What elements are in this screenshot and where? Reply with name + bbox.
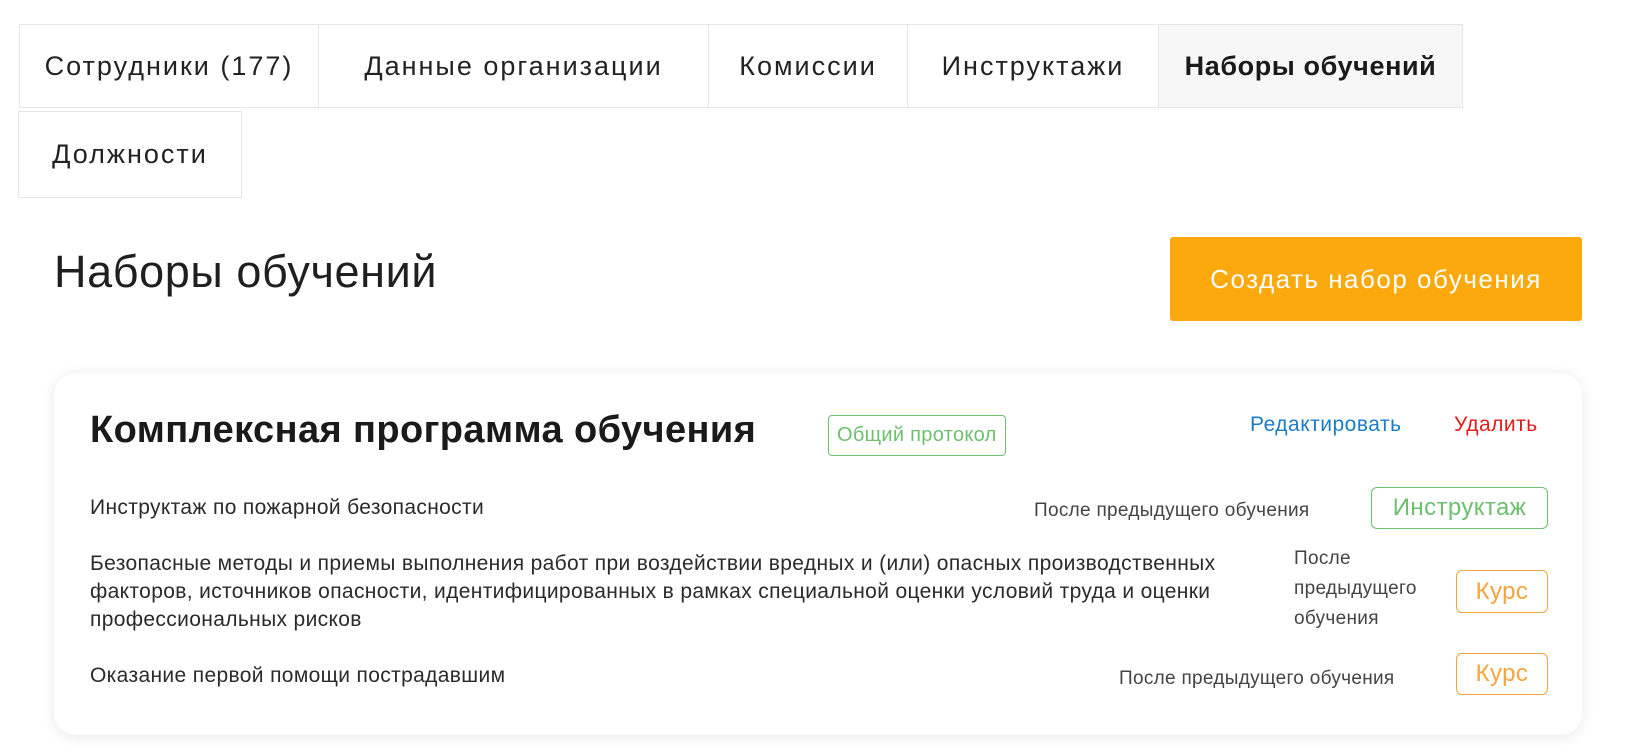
tab-positions[interactable]: Должности (18, 111, 242, 198)
tab-briefings[interactable]: Инструктажи (907, 24, 1159, 108)
tab-employees[interactable]: Сотрудники (177) (19, 24, 319, 108)
tab-training-sets[interactable]: Наборы обучений (1158, 24, 1463, 108)
training-item-timing: После предыдущего обучения (1294, 548, 1417, 629)
training-set-card: Комплексная программа обучения Общий про… (54, 373, 1582, 735)
tab-organization-data[interactable]: Данные организации (318, 24, 709, 108)
training-set-title: Комплексная программа обучения (90, 409, 757, 451)
training-item-name: Оказание первой помощи пострадавшим (90, 664, 506, 687)
edit-link[interactable]: Редактировать (1250, 413, 1402, 437)
training-item-type-badge: Инструктаж (1371, 487, 1548, 529)
page: Сотрудники (177) Данные организации Коми… (0, 0, 1627, 753)
protocol-badge: Общий протокол (828, 415, 1006, 456)
training-item-timing: После предыдущего обучения (1119, 668, 1395, 689)
training-item-type-badge: Курс (1456, 570, 1548, 613)
delete-link[interactable]: Удалить (1454, 413, 1538, 437)
training-item-type-badge: Курс (1456, 653, 1548, 695)
page-title: Наборы обучений (54, 246, 438, 297)
training-item-name: Инструктаж по пожарной безопасности (90, 496, 485, 519)
training-item-timing: После предыдущего обучения (1034, 500, 1310, 521)
create-training-set-button[interactable]: Создать набор обучения (1170, 237, 1582, 321)
tab-commissions[interactable]: Комиссии (708, 24, 908, 108)
training-item-name: Безопасные методы и приемы выполнения ра… (90, 552, 1216, 631)
